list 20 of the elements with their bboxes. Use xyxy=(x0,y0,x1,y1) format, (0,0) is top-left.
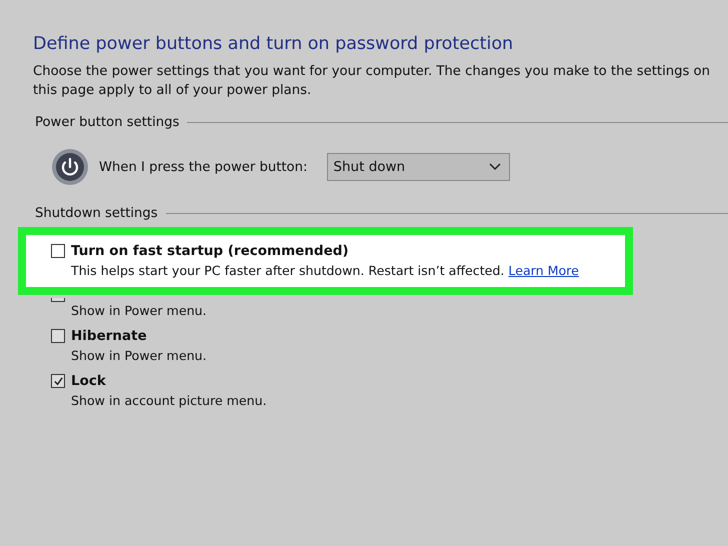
learn-more-link[interactable]: Learn More xyxy=(508,263,579,278)
intro-text: Choose the power settings that you want for your computer. The changes you make to the settings on this page apply to all of your power plans. xyxy=(33,63,711,100)
checkbox[interactable] xyxy=(51,244,65,258)
page-heading: Define power buttons and turn on password protection xyxy=(33,34,514,54)
option-description: Show in Power menu. xyxy=(71,348,207,363)
section-title: Shutdown settings xyxy=(35,206,158,221)
power-icon xyxy=(51,148,89,186)
power-button-label: When I press the power button: xyxy=(99,160,308,174)
checkbox[interactable] xyxy=(51,329,65,343)
option-description: Show in account picture menu. xyxy=(71,393,267,408)
option-label: Hibernate xyxy=(71,328,147,344)
power-action-dropdown[interactable]: Shut down xyxy=(327,153,510,181)
option-description: Show in Power menu. xyxy=(71,303,207,318)
caret-icon xyxy=(489,163,502,171)
checkbox-edge[interactable] xyxy=(51,298,65,302)
section-title: Power button settings xyxy=(35,115,180,130)
option-label: Lock xyxy=(71,373,106,389)
option-description: This helps start your PC faster after shutdown. Restart isn’t affected. xyxy=(71,263,504,278)
option-label: Turn on fast startup (recommended) xyxy=(71,243,349,259)
checkbox[interactable] xyxy=(51,374,65,388)
